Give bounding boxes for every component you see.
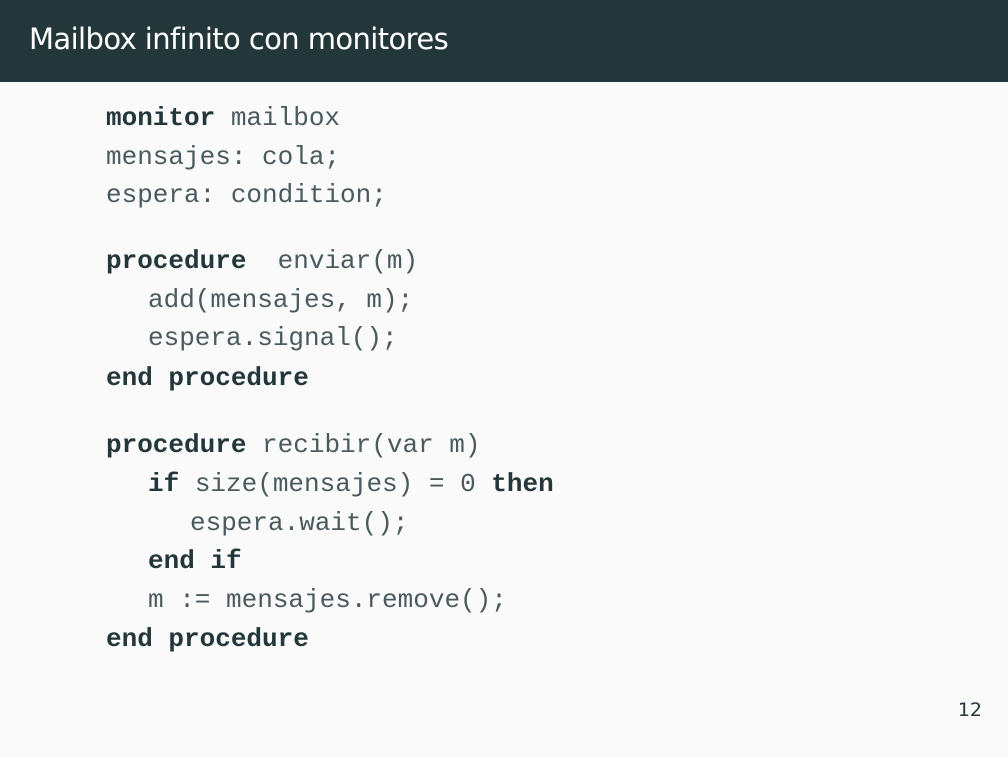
keyword-if: if bbox=[148, 469, 180, 499]
code-line-add: add(mensajes, m); bbox=[148, 285, 414, 315]
code-line-if: if size(mensajes) = 0 then bbox=[148, 465, 554, 503]
code-line-procedure-enviar: procedure enviar(m) bbox=[106, 242, 418, 280]
code-line-wait: espera.wait(); bbox=[190, 508, 409, 538]
code-line-monitor: monitor mailbox bbox=[106, 99, 340, 137]
page-number: 12 bbox=[957, 699, 982, 721]
code-text: recibir(var m) bbox=[246, 430, 481, 460]
code-line-end-procedure: end procedure bbox=[106, 624, 309, 654]
code-line-procedure-recibir: procedure recibir(var m) bbox=[106, 426, 480, 464]
code-line-signal: espera.signal(); bbox=[148, 323, 398, 353]
slide-title: Mailbox infinito con monitores bbox=[29, 22, 449, 56]
code-text: size(mensajes) = 0 bbox=[179, 469, 492, 499]
keyword-monitor: monitor bbox=[106, 103, 216, 133]
code-line-remove: m := mensajes.remove(); bbox=[148, 585, 507, 615]
keyword-then: then bbox=[491, 469, 554, 499]
keyword-procedure: procedure bbox=[106, 246, 247, 276]
code-line-end-procedure: end procedure bbox=[106, 363, 309, 393]
code-line-mensajes-decl: mensajes: cola; bbox=[106, 142, 341, 172]
keyword-procedure: procedure bbox=[106, 430, 247, 460]
code-line-espera-decl: espera: condition; bbox=[106, 180, 387, 210]
code-text: mailbox bbox=[215, 103, 341, 133]
code-text: enviar(m) bbox=[246, 246, 419, 276]
slide-header: Mailbox infinito con monitores bbox=[0, 0, 1008, 82]
code-line-end-if: end if bbox=[148, 546, 242, 576]
